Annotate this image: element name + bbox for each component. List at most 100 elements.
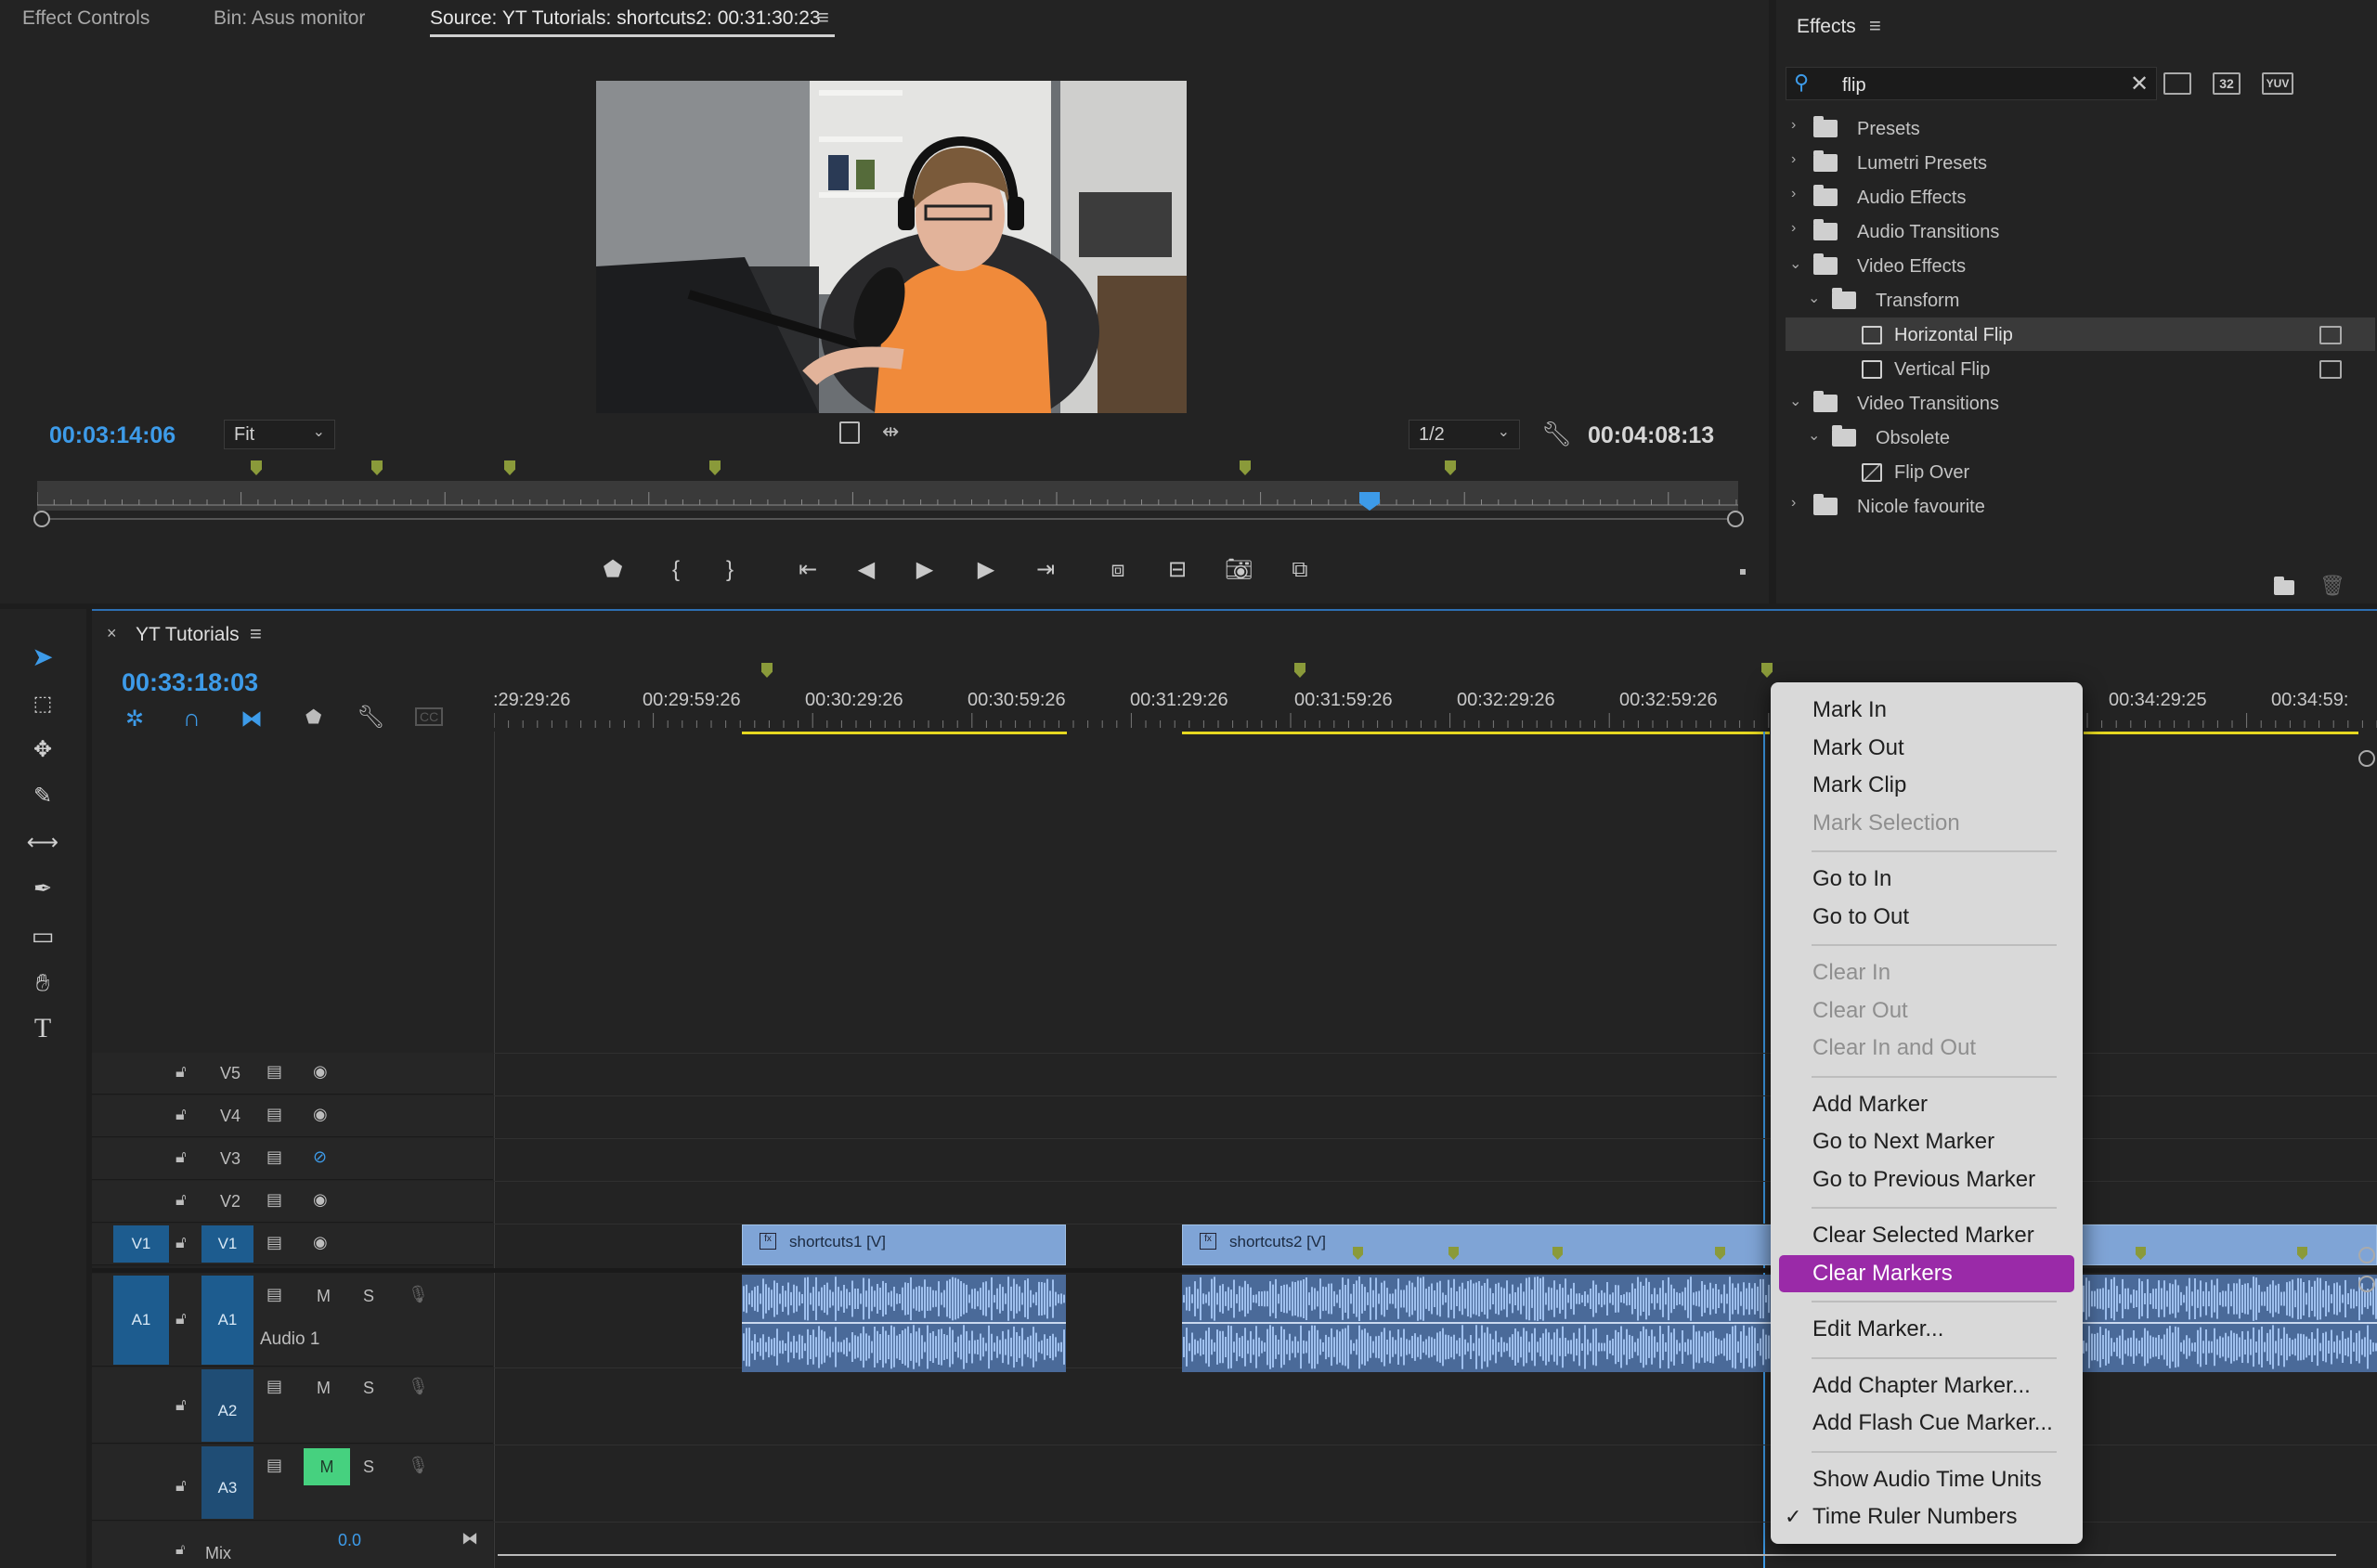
button-editor-icon[interactable]: ⧉ <box>1283 553 1317 587</box>
track-select-tool-icon[interactable]: ⬚ <box>24 685 61 722</box>
source-marker[interactable] <box>504 460 515 475</box>
mark-in-icon[interactable]: { <box>659 553 693 587</box>
source-marker[interactable] <box>1445 460 1456 475</box>
effects-search-box[interactable]: ⚲ flip ✕ <box>1786 67 2157 100</box>
menu-item-go-to-next-marker[interactable]: Go to Next Marker <box>1771 1123 2083 1161</box>
sync-lock-icon[interactable]: ▤ <box>266 1456 282 1475</box>
32-bit-effects-icon[interactable]: 32 <box>2213 72 2241 95</box>
solo-button[interactable]: S <box>363 1287 374 1306</box>
video-clip-shortcuts1[interactable]: fx shortcuts1 [V] <box>742 1225 1066 1265</box>
go-to-in-icon[interactable]: ⇤ <box>791 553 825 587</box>
lock-icon[interactable]: 🔓︎ <box>175 1190 187 1210</box>
fx-folder-transform[interactable]: ⌄ Transform <box>1786 283 2375 317</box>
mute-button[interactable]: M <box>317 1379 331 1398</box>
accelerated-effects-icon[interactable] <box>2163 72 2191 95</box>
razor-tool-icon[interactable]: ✎ <box>24 778 61 815</box>
snap-icon[interactable]: ∩ <box>183 704 201 732</box>
sync-lock-icon[interactable]: ▤ <box>266 1233 282 1252</box>
tab-effect-controls[interactable]: Effect Controls <box>22 7 149 30</box>
menu-item-mark-out[interactable]: Mark Out <box>1771 730 2083 768</box>
microphone-icon[interactable]: 🎙︎ <box>408 1377 429 1396</box>
lock-icon[interactable]: 🔓︎ <box>175 1105 187 1124</box>
scroll-handle[interactable] <box>2358 750 2375 767</box>
export-frame-icon[interactable]: 📷︎ <box>1222 553 1255 587</box>
menu-item-add-chapter-marker[interactable]: Add Chapter Marker... <box>1771 1367 2083 1406</box>
hand-tool-icon[interactable]: ✋︎ <box>24 964 61 1001</box>
eye-icon[interactable]: ◉ <box>313 1105 328 1124</box>
insert-icon[interactable]: ⧈ <box>1101 553 1135 587</box>
lock-icon[interactable]: 🔓︎ <box>175 1147 187 1167</box>
sync-lock-icon[interactable]: ▤ <box>266 1105 282 1124</box>
track-target-v1[interactable]: V1 <box>201 1225 253 1263</box>
menu-item-edit-marker[interactable]: Edit Marker... <box>1771 1311 2083 1349</box>
type-tool-icon[interactable]: T <box>24 1010 61 1047</box>
mark-out-icon[interactable]: } <box>713 553 747 587</box>
sync-lock-icon[interactable]: ▤ <box>266 1377 282 1396</box>
track-target-a3[interactable]: A3 <box>201 1446 253 1519</box>
fx-folder-video-transitions[interactable]: ⌄ Video Transitions <box>1786 386 2375 420</box>
rectangle-tool-icon[interactable]: ▭ <box>24 917 61 954</box>
insert-overwrite-icon[interactable]: ⇹ <box>882 420 899 444</box>
menu-item-show-audio-time-units[interactable]: Show Audio Time Units <box>1771 1461 2083 1499</box>
scroll-handle[interactable] <box>2358 1247 2375 1263</box>
lock-icon[interactable]: 🔓︎ <box>175 1476 187 1496</box>
eye-icon[interactable]: ◉ <box>313 1062 328 1082</box>
go-to-out-icon[interactable]: ⇥ <box>1029 553 1062 587</box>
fx-folder-nicole-favourite[interactable]: › Nicole favourite <box>1786 489 2375 523</box>
linked-selection-icon[interactable]: ⧓ <box>240 706 263 732</box>
source-patch-a1[interactable]: A1 <box>113 1276 169 1365</box>
timeline-settings-icon[interactable]: 🔧︎ <box>357 704 384 731</box>
menu-item-clear-markers[interactable]: Clear Markers <box>1779 1254 2074 1292</box>
microphone-icon[interactable]: 🎙︎ <box>408 1456 429 1475</box>
ripple-edit-tool-icon[interactable]: ✥ <box>24 732 61 769</box>
source-marker[interactable] <box>1240 460 1251 475</box>
overwrite-icon[interactable]: ⊟ <box>1161 553 1194 587</box>
mix-bowtie-icon[interactable]: ⧓ <box>461 1529 478 1549</box>
lock-icon[interactable]: 🔓︎ <box>175 1309 187 1328</box>
mute-button[interactable]: M <box>317 1287 331 1306</box>
source-panel-menu-icon[interactable]: ≡ <box>817 6 829 30</box>
tab-bin-asus-monitor[interactable]: Bin: Asus monitor <box>214 7 365 30</box>
timeline-ruler[interactable] <box>493 676 2377 732</box>
mute-button-active[interactable]: M <box>304 1448 350 1485</box>
pen-tool-icon[interactable]: ✒︎ <box>24 871 61 908</box>
selection-tool-icon[interactable]: ➤ <box>24 639 61 676</box>
menu-item-go-to-previous-marker[interactable]: Go to Previous Marker <box>1771 1161 2083 1199</box>
yuv-effects-icon[interactable]: YUV <box>2262 72 2293 95</box>
track-target-a2[interactable]: A2 <box>201 1369 253 1442</box>
menu-item-go-to-out[interactable]: Go to Out <box>1771 899 2083 937</box>
sequence-tab[interactable]: YT Tutorials <box>136 624 240 646</box>
lock-icon[interactable]: 🔓︎ <box>175 1233 187 1252</box>
source-time-ruler[interactable] <box>36 481 1738 511</box>
lock-icon[interactable]: 🔓︎ <box>175 1395 187 1415</box>
source-patch-v1[interactable]: V1 <box>113 1225 169 1263</box>
step-forward-icon[interactable]: ▶︎ <box>969 553 1003 587</box>
fx-folder-presets[interactable]: › Presets <box>1786 111 2375 145</box>
menu-item-mark-clip[interactable]: Mark Clip <box>1771 767 2083 805</box>
timeline-current-timecode[interactable]: 00:33:18:03 <box>122 668 258 697</box>
step-back-icon[interactable]: ◀︎ <box>850 553 883 587</box>
close-sequence-icon[interactable]: × <box>107 624 117 643</box>
menu-item-add-flash-cue-marker[interactable]: Add Flash Cue Marker... <box>1771 1405 2083 1443</box>
sync-lock-icon[interactable]: ▤ <box>266 1285 282 1304</box>
fx-folder-audio-effects[interactable]: › Audio Effects <box>1786 180 2375 214</box>
safe-margins-icon[interactable] <box>839 421 860 444</box>
menu-item-mark-in[interactable]: Mark In <box>1771 692 2083 730</box>
track-target-a1[interactable]: A1 <box>201 1276 253 1365</box>
microphone-icon[interactable]: 🎙︎ <box>408 1285 429 1304</box>
lock-icon[interactable]: 🔓︎ <box>175 1542 185 1559</box>
fx-effect-vertical-flip[interactable]: Vertical Flip <box>1786 352 2375 385</box>
fx-folder-lumetri-presets[interactable]: › Lumetri Presets <box>1786 146 2375 179</box>
new-bin-icon[interactable] <box>2274 577 2294 595</box>
eye-hidden-icon[interactable]: ⊘ <box>313 1147 327 1167</box>
fx-folder-video-effects[interactable]: ⌄ Video Effects <box>1786 249 2375 282</box>
source-current-timecode[interactable]: 00:03:14:06 <box>49 422 175 449</box>
zoom-handle-right[interactable] <box>1727 511 1744 527</box>
zoom-handle-left[interactable] <box>33 511 50 527</box>
lock-icon[interactable]: 🔓︎ <box>175 1062 187 1082</box>
mix-volume-value[interactable]: 0.0 <box>338 1531 361 1550</box>
play-icon[interactable]: ▶︎ <box>908 553 942 587</box>
captions-icon[interactable]: CC <box>415 707 444 726</box>
zoom-select[interactable]: Fit ⌄ <box>224 420 335 449</box>
eye-icon[interactable]: ◉ <box>313 1233 328 1252</box>
